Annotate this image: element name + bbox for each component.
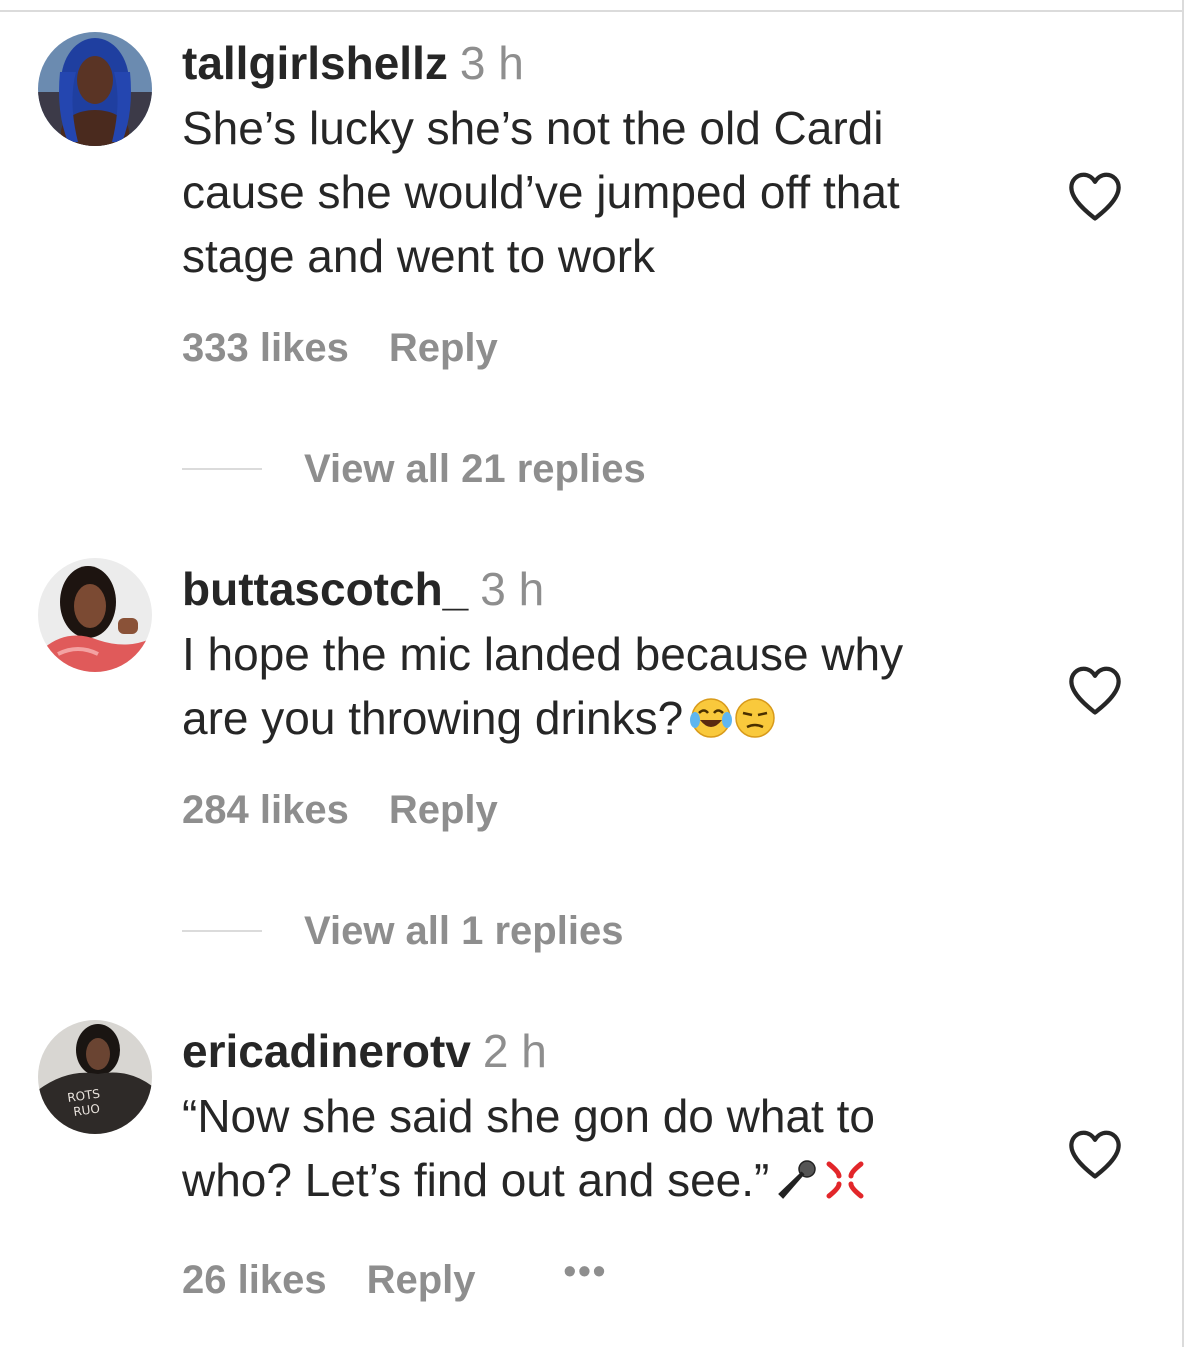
username[interactable]: ericadinerotv (182, 1025, 471, 1077)
heart-icon[interactable] (1066, 664, 1124, 716)
reply-button[interactable]: Reply (367, 1258, 476, 1303)
comment-text-content: I hope the mic landed because why are yo… (182, 628, 904, 744)
comment-text: “Now she said she gon do what to who? Le… (182, 1084, 1042, 1218)
replies-divider (182, 468, 262, 470)
replies-divider (182, 930, 262, 932)
comments-panel: tallgirlshellz 3 h She’s lucky she’s not … (0, 0, 1200, 1347)
comment-text: I hope the mic landed because why are yo… (182, 622, 1042, 756)
heart-icon[interactable] (1066, 1128, 1124, 1180)
user-avatar[interactable] (38, 558, 152, 672)
comment-text: She’s lucky she’s not the old Cardi caus… (182, 102, 900, 282)
view-replies-label: View all 21 replies (304, 446, 646, 491)
top-divider (0, 10, 1182, 12)
comment-meta: 333 likes Reply (182, 326, 498, 371)
user-avatar[interactable] (38, 32, 152, 146)
heart-icon[interactable] (1066, 170, 1124, 222)
microphone-icon (775, 1154, 819, 1218)
right-divider (1182, 0, 1184, 1347)
timestamp[interactable]: 2 h (483, 1025, 547, 1077)
view-replies-button[interactable]: View all 1 replies (182, 906, 623, 956)
comment-meta: 284 likes Reply (182, 788, 498, 833)
user-avatar[interactable]: ROTS RUO (38, 1020, 152, 1134)
reply-button[interactable]: Reply (389, 788, 498, 833)
username[interactable]: buttascotch_ (182, 563, 468, 615)
username[interactable]: tallgirlshellz (182, 37, 448, 89)
comment-meta: 26 likes Reply ••• (182, 1250, 607, 1303)
like-count[interactable]: 333 likes (182, 326, 349, 371)
face-with-tears-of-joy-icon (689, 692, 733, 756)
like-count[interactable]: 26 likes (182, 1258, 327, 1303)
more-options-button[interactable]: ••• (564, 1250, 608, 1292)
timestamp[interactable]: 3 h (460, 37, 524, 89)
timestamp[interactable]: 3 h (480, 563, 544, 615)
anger-symbol-icon (823, 1154, 867, 1218)
view-replies-button[interactable]: View all 21 replies (182, 444, 646, 494)
like-count[interactable]: 284 likes (182, 788, 349, 833)
reply-button[interactable]: Reply (389, 326, 498, 371)
view-replies-label: View all 1 replies (304, 908, 624, 953)
unamused-face-icon (733, 692, 777, 756)
comment-text-content: “Now she said she gon do what to who? Le… (182, 1090, 875, 1206)
